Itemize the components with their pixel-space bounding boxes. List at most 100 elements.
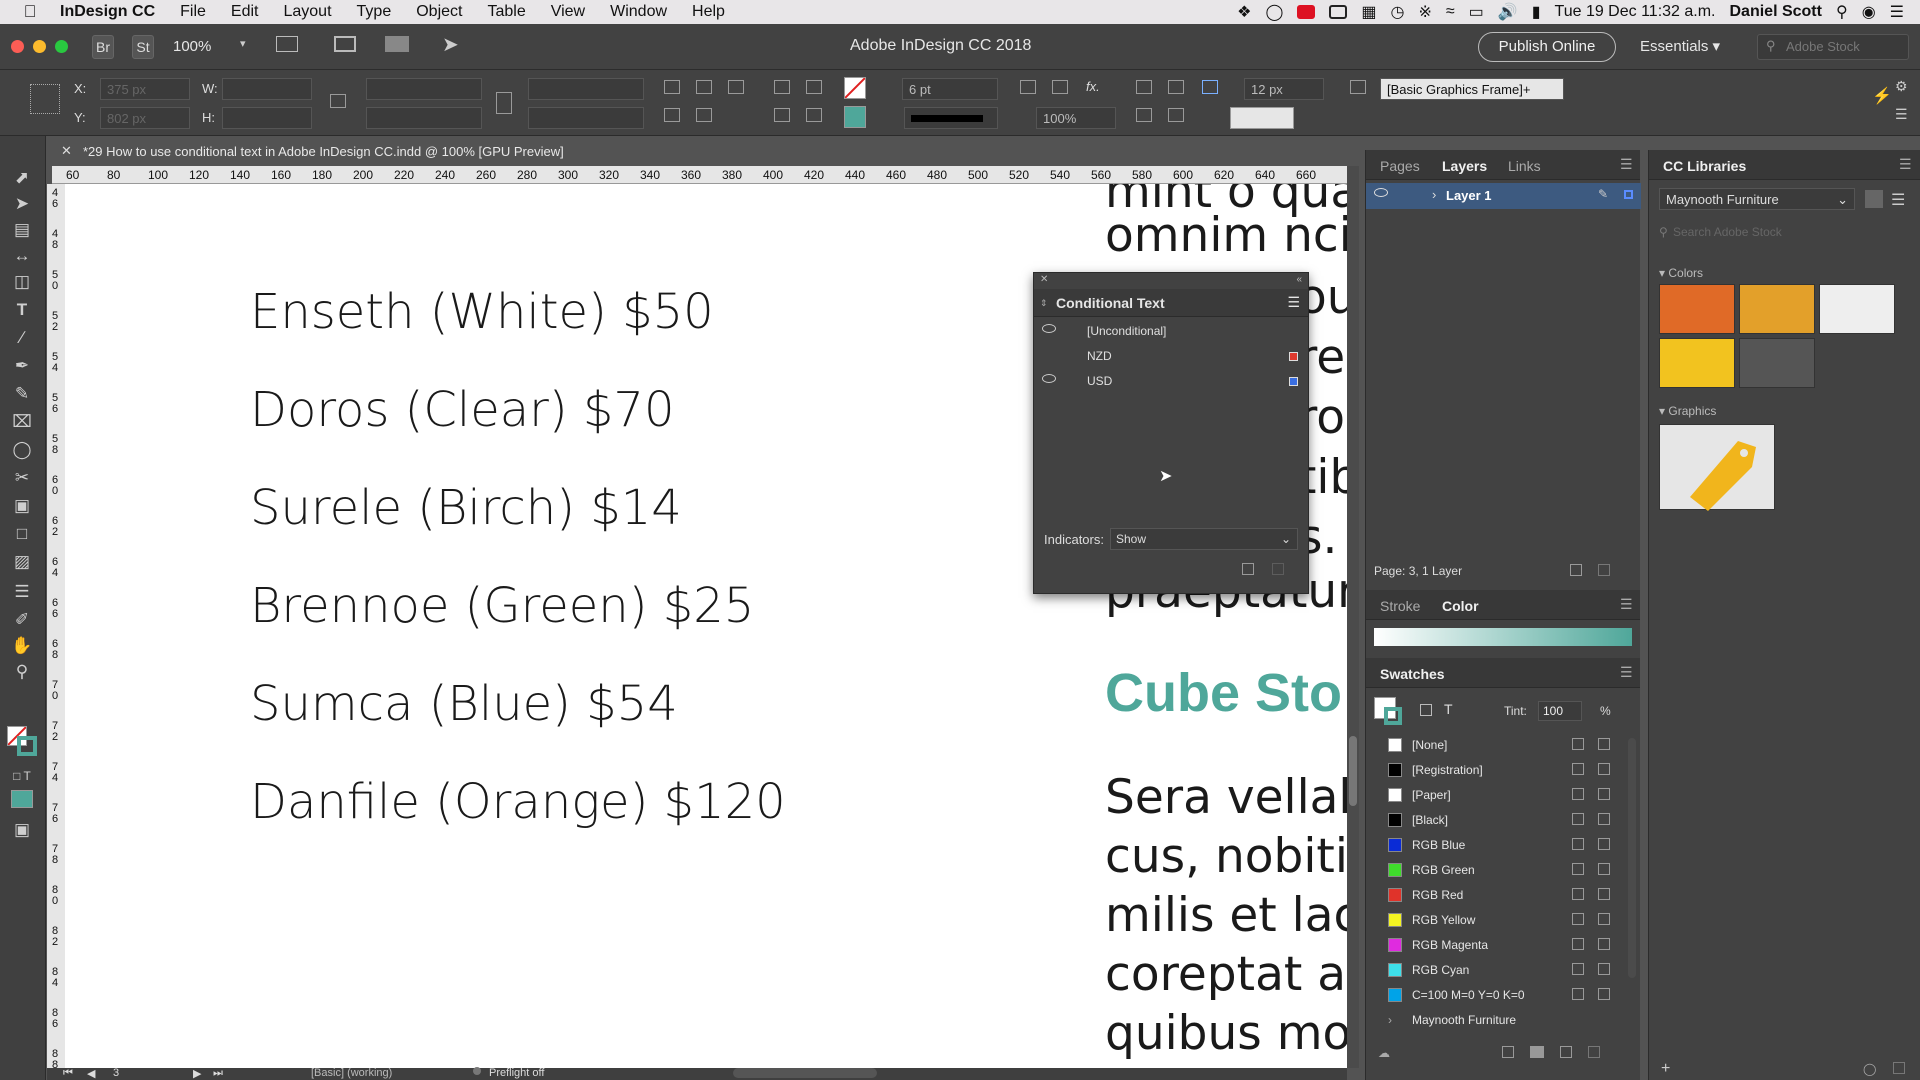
panel-menu-icon[interactable]: ☰: [1287, 294, 1300, 311]
select-container-icon[interactable]: [774, 80, 790, 94]
object-style-dropdown[interactable]: [Basic Graphics Frame]+: [1380, 78, 1564, 100]
pencil-tool-icon[interactable]: ✎: [11, 384, 33, 404]
new-layer-icon[interactable]: [1570, 564, 1582, 576]
align-top-icon[interactable]: [1136, 108, 1152, 122]
scissors-tool-icon[interactable]: ✂: [11, 468, 33, 488]
layer-visibility-eye-icon[interactable]: [1374, 188, 1388, 197]
siri-icon[interactable]: ◉: [1862, 2, 1876, 22]
library-color-swatch[interactable]: [1739, 338, 1815, 388]
flip-horizontal-icon[interactable]: [664, 108, 680, 122]
menu-file[interactable]: File: [180, 3, 206, 21]
select-content-icon[interactable]: [806, 80, 822, 94]
horizontal-scroll-thumb[interactable]: [733, 1068, 877, 1078]
menu-object[interactable]: Object: [416, 3, 462, 21]
expand-layer-chevron-icon[interactable]: ›: [1432, 187, 1436, 202]
bridge-button[interactable]: Br: [92, 35, 114, 59]
body-text-line-2[interactable]: cus, nobiti a: [1105, 829, 1347, 884]
screen-mode-tool-icon[interactable]: ▣: [11, 820, 33, 840]
grid-icon[interactable]: ▦: [1361, 2, 1376, 22]
body-text-line-3[interactable]: milis et laco: [1105, 888, 1347, 943]
swatch-row[interactable]: [None]: [1366, 732, 1624, 757]
arrange-documents-icon[interactable]: [385, 36, 409, 52]
price-line-4[interactable]: Brennoe (Green) $25: [250, 578, 754, 634]
stroke-swatch-icon[interactable]: [1384, 707, 1402, 725]
page-tool-icon[interactable]: ▤: [11, 220, 33, 240]
bluetooth-icon[interactable]: ※: [1418, 2, 1431, 22]
conditional-text-header[interactable]: ⇕ Conditional Text ☰: [1034, 289, 1308, 317]
panel-menu-icon[interactable]: ☰: [1895, 106, 1908, 123]
first-page-icon[interactable]: ⏮: [63, 1067, 73, 1080]
shear-field[interactable]: [528, 107, 644, 129]
library-color-swatch[interactable]: [1739, 284, 1815, 334]
battery-icon[interactable]: ▮: [1532, 2, 1541, 22]
price-line-2[interactable]: Doros (Clear) $70: [250, 382, 675, 438]
gradient-feather-tool-icon[interactable]: ▨: [11, 552, 33, 572]
corner-shape-preview[interactable]: [1230, 107, 1294, 129]
visibility-eye-icon[interactable]: [1042, 324, 1056, 333]
stroke-color-swatch[interactable]: [844, 106, 866, 128]
panel-menu-icon[interactable]: ☰: [1620, 664, 1633, 681]
last-page-icon[interactable]: ⏭: [213, 1067, 223, 1080]
user-name[interactable]: Daniel Scott: [1730, 3, 1822, 21]
apple-menu-icon[interactable]: : [0, 2, 60, 22]
tab-pages[interactable]: Pages: [1380, 158, 1420, 174]
constrain-proportions-icon[interactable]: [330, 94, 346, 108]
x-position-field[interactable]: 375 px: [100, 78, 190, 100]
close-window-icon[interactable]: [11, 40, 24, 53]
library-graphic-tag[interactable]: [1659, 424, 1775, 511]
spotlight-search-icon[interactable]: ⚲: [1836, 2, 1848, 22]
stroke-type-dropdown[interactable]: [904, 107, 998, 129]
rotate-cw-icon[interactable]: [664, 80, 680, 94]
graphics-section-header[interactable]: ▾ Graphics: [1659, 404, 1716, 418]
creative-cloud-icon[interactable]: ◯: [1265, 2, 1283, 22]
swatch-row[interactable]: RGB Yellow: [1366, 907, 1624, 932]
clock[interactable]: Tue 19 Dec 11:32 a.m.: [1555, 3, 1716, 21]
menu-window[interactable]: Window: [610, 3, 667, 21]
colors-section-header[interactable]: ▾ Colors: [1659, 266, 1703, 280]
layer-row[interactable]: › Layer 1 ✎: [1366, 183, 1641, 209]
tab-layers[interactable]: Layers: [1442, 158, 1487, 174]
type-tool-icon[interactable]: T: [11, 300, 33, 320]
page-style-status[interactable]: [Basic] (working): [311, 1067, 392, 1079]
content-collector-icon[interactable]: ◫: [11, 272, 33, 292]
condition-row-nzd[interactable]: NZD: [1034, 344, 1308, 369]
swatch-row[interactable]: › Maynooth Furniture: [1366, 1007, 1624, 1032]
delete-swatch-icon[interactable]: [1588, 1046, 1600, 1058]
panel-menu-icon[interactable]: ☰: [1620, 156, 1633, 173]
body-text-line-5[interactable]: quibus mol: [1105, 1006, 1347, 1061]
stroke-swatch-icon[interactable]: [17, 736, 37, 756]
path-type-icon[interactable]: [728, 80, 744, 94]
publish-online-button[interactable]: Publish Online: [1478, 32, 1616, 62]
visibility-eye-icon[interactable]: [1042, 374, 1056, 383]
wrap-offset-field[interactable]: 12 px: [1244, 78, 1324, 100]
preflight-status[interactable]: Preflight off: [489, 1067, 544, 1079]
cube-storage-heading[interactable]: Cube Sto: [1105, 662, 1342, 724]
menu-view[interactable]: View: [551, 3, 585, 21]
close-tab-icon[interactable]: ✕: [61, 143, 72, 159]
scale-y-field[interactable]: [366, 107, 482, 129]
pen-tool-icon[interactable]: ✒: [11, 356, 33, 376]
reference-point-icon[interactable]: [30, 84, 60, 114]
select-next-icon[interactable]: [806, 108, 822, 122]
notification-center-icon[interactable]: ☰: [1890, 2, 1904, 22]
rotation-field[interactable]: [528, 78, 644, 100]
container-icon[interactable]: [1420, 704, 1432, 716]
line-tool-icon[interactable]: ∕: [11, 328, 33, 348]
add-content-icon[interactable]: +: [1661, 1060, 1670, 1078]
text-wrap-none-icon[interactable]: [1136, 80, 1152, 94]
workspace-switcher[interactable]: Essentials ▾: [1640, 37, 1720, 55]
body-text-line-4[interactable]: coreptat at: [1105, 947, 1347, 1002]
indicators-dropdown[interactable]: Show ⌄: [1110, 528, 1298, 550]
price-line-5[interactable]: Sumca (Blue) $54: [250, 676, 678, 732]
eyedropper-tool-icon[interactable]: ✐: [11, 610, 33, 630]
swatch-row[interactable]: RGB Blue: [1366, 832, 1624, 857]
record-icon[interactable]: [1297, 5, 1316, 19]
swatch-row[interactable]: [Black]: [1366, 807, 1624, 832]
flip-vertical-icon[interactable]: [696, 108, 712, 122]
menu-layout[interactable]: Layout: [283, 3, 331, 21]
y-position-field[interactable]: 802 px: [100, 107, 190, 129]
price-line-6[interactable]: Danfile (Orange) $120: [250, 774, 786, 830]
screen-mode-icon[interactable]: [334, 36, 356, 52]
delete-asset-icon[interactable]: [1893, 1062, 1905, 1074]
next-page-icon[interactable]: ▶: [193, 1067, 201, 1080]
